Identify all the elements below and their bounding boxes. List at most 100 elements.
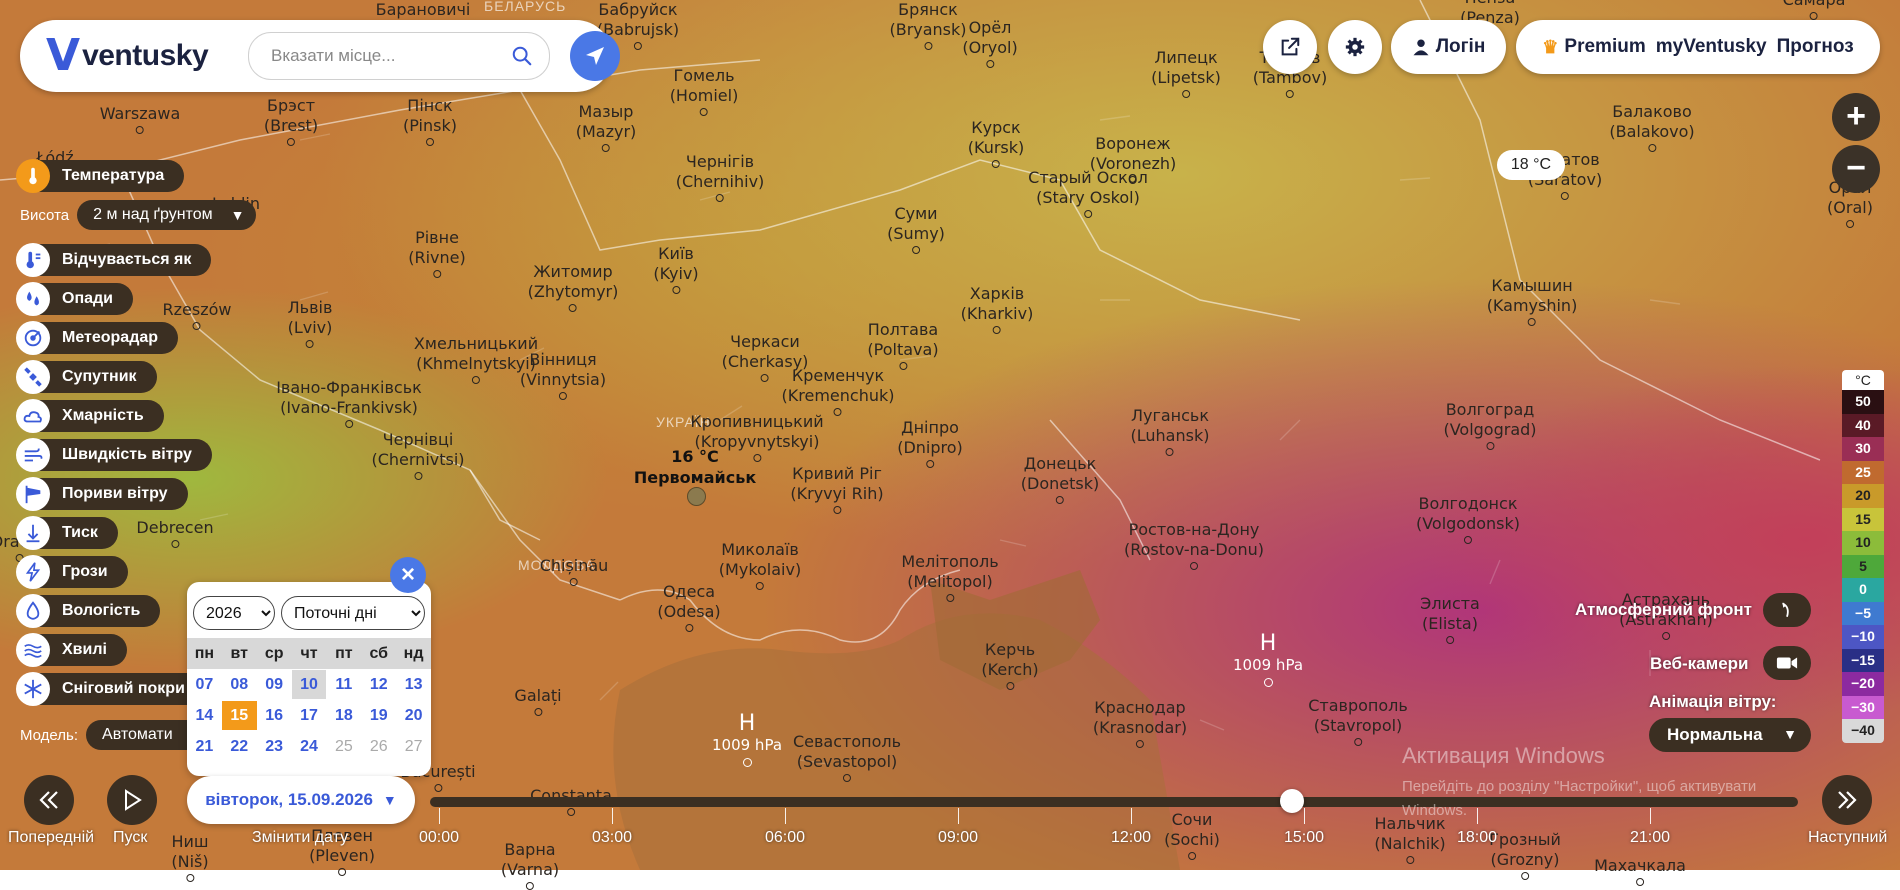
layer-storms[interactable]: Грози — [16, 555, 128, 589]
city-label[interactable]: Чернігів (Chernihiv) — [676, 152, 764, 202]
city-label[interactable]: Донецьк (Donetsk) — [1021, 454, 1099, 504]
layer-precipitation[interactable]: Опади — [16, 282, 133, 316]
city-label[interactable]: Керчь (Kerch) — [981, 640, 1039, 690]
city-label[interactable]: Полтава (Poltava) — [867, 320, 939, 370]
zoom-out-button[interactable]: − — [1832, 145, 1880, 193]
city-label[interactable]: Краснодар (Krasnodar) — [1093, 698, 1187, 748]
zoom-in-button[interactable]: + — [1832, 93, 1880, 141]
city-label[interactable]: Миколаїв (Mykolaiv) — [719, 540, 801, 590]
layer-satellite[interactable]: Супутник — [16, 360, 157, 394]
city-label[interactable]: Элиста (Elista) — [1420, 594, 1480, 644]
calendar-day[interactable]: 07 — [187, 670, 222, 699]
calendar-day[interactable]: 18 — [326, 701, 361, 730]
city-label[interactable]: Луганськ (Luhansk) — [1131, 406, 1209, 456]
calendar-day[interactable]: 19 — [361, 701, 396, 730]
city-label[interactable]: Кривий Ріг (Kryvyi Rih) — [790, 464, 884, 514]
city-label[interactable]: Камышин (Kamyshin) — [1487, 276, 1577, 326]
city-label[interactable]: Пінск (Pinsk) — [403, 96, 457, 146]
search-input[interactable] — [269, 45, 493, 67]
city-label[interactable]: Рівне (Rivne) — [408, 228, 466, 278]
city-label[interactable]: Івано-Франківськ (Ivano-Frankivsk) — [276, 378, 422, 428]
calendar-day-today[interactable]: 10 — [291, 670, 327, 699]
calendar-day[interactable]: 17 — [292, 701, 327, 730]
timeline-thumb[interactable] — [1279, 789, 1304, 813]
city-label[interactable]: Львів (Lviv) — [288, 298, 332, 348]
city-label[interactable]: Київ (Kyiv) — [653, 244, 699, 294]
next-button[interactable] — [1822, 775, 1872, 825]
layer-waves[interactable]: Хвилі — [16, 633, 127, 667]
city-label[interactable]: Мазыр (Mazyr) — [576, 102, 636, 152]
city-label[interactable]: Самара — [1783, 0, 1845, 20]
share-button[interactable] — [1263, 20, 1317, 74]
geolocate-button[interactable] — [570, 31, 620, 81]
settings-button[interactable] — [1328, 20, 1382, 74]
city-label[interactable]: Старый Оскол (Stary Oskol) — [1028, 168, 1148, 218]
change-date-button[interactable]: вівторок, 15.09.2026 ▼ — [187, 776, 415, 824]
city-label[interactable]: Волгоград (Volgograd) — [1443, 400, 1537, 450]
play-button[interactable] — [107, 775, 157, 825]
city-label[interactable]: Суми (Sumy) — [887, 204, 945, 254]
calendar-day[interactable]: 09 — [257, 670, 292, 699]
webcams-toggle[interactable] — [1763, 646, 1811, 680]
login-button[interactable]: Логін — [1391, 20, 1506, 74]
layer-temperature[interactable]: Температура — [16, 159, 185, 193]
city-label[interactable]: Чернівці (Chernivtsi) — [371, 430, 465, 480]
city-label[interactable]: Вінниця (Vinnytsia) — [520, 350, 606, 400]
city-label[interactable]: Гомель (Homiel) — [670, 66, 738, 116]
previous-button[interactable] — [24, 775, 74, 825]
selected-point-marker[interactable] — [687, 487, 706, 506]
map-temperature-chip[interactable]: 18 °C — [1497, 150, 1565, 180]
layer-clouds[interactable]: Хмарність — [16, 399, 164, 433]
city-label[interactable]: Одеса (Odesa) — [657, 582, 721, 632]
layer-feels-like[interactable]: Відчувається як — [16, 243, 212, 277]
calendar-day-selected[interactable]: 15 — [221, 701, 257, 730]
calendar-day[interactable]: 23 — [257, 732, 292, 761]
city-label[interactable]: Орёл (Oryol) — [962, 18, 1018, 68]
city-label[interactable]: Ниш (Niš) — [171, 832, 209, 882]
ventusky-logo[interactable]: V ventusky — [46, 34, 209, 78]
city-label[interactable]: Кременчук (Kremenchuk) — [782, 366, 894, 416]
city-label[interactable]: Балаково (Balakovo) — [1609, 102, 1695, 152]
range-select[interactable]: Поточні дні — [281, 596, 425, 630]
height-select[interactable]: 2 м над ґрунтом ▼ — [77, 200, 257, 230]
city-label[interactable]: Сочи (Sochi) — [1164, 810, 1220, 860]
calendar-day[interactable]: 08 — [222, 670, 257, 699]
city-label[interactable]: Брэст (Brest) — [264, 96, 318, 146]
calendar-day[interactable]: 12 — [361, 670, 396, 699]
city-label[interactable]: Мелітополь (Melitopol) — [901, 552, 999, 602]
city-label[interactable]: Грозный (Grozny) — [1489, 830, 1561, 880]
city-label[interactable]: Волгодонск (Volgodonsk) — [1416, 494, 1520, 544]
layer-snow[interactable]: Сніговий покри — [16, 672, 207, 706]
fronts-toggle[interactable] — [1763, 593, 1811, 627]
city-label[interactable]: Липецк (Lipetsk) — [1151, 48, 1221, 98]
premium-forecast-button[interactable]: ♛ Premium myVentusky Прогноз — [1516, 20, 1880, 74]
wind-animation-select[interactable]: Нормальна ▼ — [1649, 718, 1811, 752]
calendar-day[interactable]: 13 — [396, 670, 431, 699]
city-label[interactable]: Брянск (Bryansk) — [889, 0, 967, 50]
city-label[interactable]: Севастополь (Sevastopol) — [793, 732, 901, 782]
calendar-day[interactable]: 22 — [222, 732, 257, 761]
city-label[interactable]: Махачкала — [1594, 856, 1686, 886]
city-label[interactable]: Харків (Kharkiv) — [961, 284, 1033, 334]
calendar-day[interactable]: 20 — [396, 701, 431, 730]
city-label[interactable]: Ставрополь (Stavropol) — [1308, 696, 1408, 746]
change-date-label[interactable]: Змінити дату — [252, 829, 348, 847]
year-select[interactable]: 2026 — [193, 596, 275, 630]
close-icon[interactable]: × — [390, 557, 426, 593]
temperature-legend[interactable]: °C 50 40 30 25 20 15 10 5 0 −5 −10 −15 −20 −30 −40 — [1842, 370, 1884, 743]
search-icon[interactable] — [511, 45, 533, 67]
calendar-day[interactable]: 24 — [292, 732, 327, 761]
calendar-day[interactable]: 21 — [187, 732, 222, 761]
city-label[interactable]: Ростов-на-Дону (Rostov-na-Donu) — [1124, 520, 1264, 570]
city-label[interactable]: Курск (Kursk) — [968, 118, 1024, 168]
city-label[interactable]: Galați — [514, 686, 562, 716]
city-label[interactable]: Житомир (Zhytomyr) — [528, 262, 618, 312]
layer-humidity[interactable]: Вологість — [16, 594, 161, 628]
layer-pressure[interactable]: Тиск — [16, 516, 118, 550]
city-label[interactable]: Варна (Varna) — [501, 840, 559, 890]
city-label[interactable]: Debrecen — [136, 518, 214, 548]
city-label[interactable]: Warszawa — [100, 104, 180, 134]
layer-radar[interactable]: Метеорадар — [16, 321, 179, 355]
layer-wind-speed[interactable]: Швидкість вітру — [16, 438, 212, 472]
calendar-day[interactable]: 14 — [187, 701, 222, 730]
